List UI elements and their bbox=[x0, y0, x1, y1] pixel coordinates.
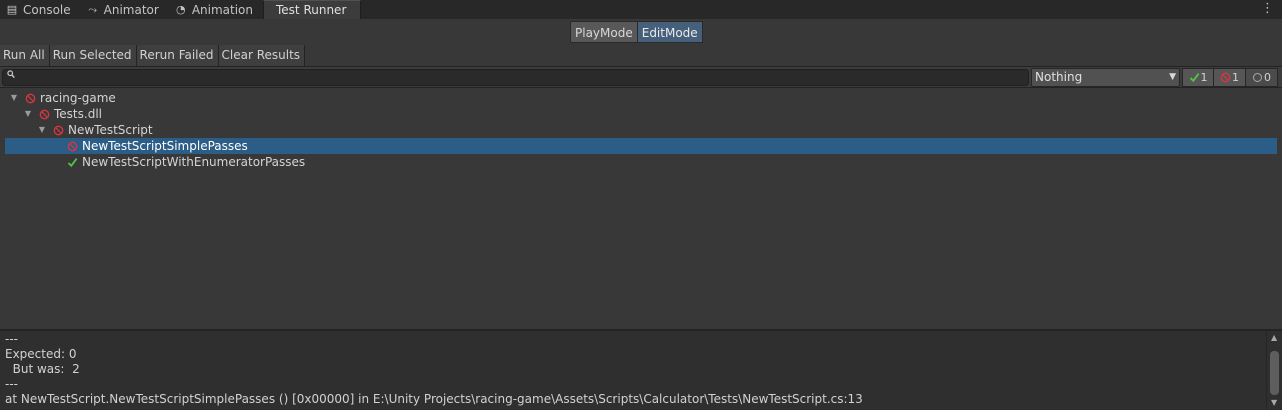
tree-row-newtestscriptsimplepasses[interactable]: NewTestScriptSimplePasses bbox=[5, 138, 1277, 154]
run-selected-button[interactable]: Run Selected bbox=[49, 45, 137, 66]
passed-filter-toggle[interactable]: 1 bbox=[1182, 68, 1214, 87]
mode-segmented-control: PlayMode EditMode bbox=[570, 21, 703, 43]
category-filter-dropdown[interactable]: Nothing ▼ bbox=[1031, 68, 1180, 87]
tab-test-runner-label: Test Runner bbox=[276, 3, 347, 17]
animator-icon: ⤳ bbox=[88, 2, 98, 16]
tab-test-runner[interactable]: Test Runner bbox=[263, 0, 362, 19]
rerun-failed-button[interactable]: Rerun Failed bbox=[136, 45, 219, 66]
scrollbar-thumb[interactable] bbox=[1270, 351, 1279, 395]
action-toolbar: Run All Run Selected Rerun Failed Clear … bbox=[0, 45, 1282, 67]
failed-icon bbox=[53, 125, 64, 136]
category-filter-value: Nothing bbox=[1035, 70, 1083, 84]
window-tab-bar: ▤ Console ⤳ Animator ◔ Animation Test Ru… bbox=[0, 0, 1282, 19]
more-options-icon[interactable]: ⋮ bbox=[1261, 1, 1274, 17]
details-line: --- bbox=[5, 377, 18, 391]
failed-icon bbox=[1220, 72, 1231, 83]
tab-animation-label: Animation bbox=[191, 2, 253, 17]
details-line: But was: 2 bbox=[5, 362, 80, 376]
search-input[interactable] bbox=[19, 70, 1024, 85]
tab-console-label: Console bbox=[23, 2, 71, 17]
result-counters: 1 1 0 bbox=[1182, 68, 1278, 87]
test-tree: ▼ racing-game ▼ Tests.dll ▼ NewTestScrip… bbox=[0, 88, 1282, 329]
editmode-button[interactable]: EditMode bbox=[637, 21, 703, 43]
fold-arrow-icon[interactable]: ▼ bbox=[8, 90, 20, 106]
tree-item-label: NewTestScript bbox=[68, 123, 153, 137]
fold-arrow-icon[interactable]: ▼ bbox=[36, 122, 48, 138]
failed-count: 1 bbox=[1232, 71, 1239, 84]
test-details-pane: --- Expected: 0 But was: 2 --- at NewTes… bbox=[0, 331, 1282, 410]
details-line: --- bbox=[5, 332, 18, 346]
failed-icon bbox=[25, 93, 36, 104]
search-field[interactable] bbox=[2, 69, 1029, 86]
scroll-down-arrow-icon[interactable]: ▼ bbox=[1271, 398, 1277, 407]
details-scrollbar[interactable]: ▲ ▼ bbox=[1266, 331, 1282, 410]
run-all-button[interactable]: Run All bbox=[0, 45, 50, 66]
checkmark-icon bbox=[1189, 73, 1199, 83]
not-run-icon bbox=[1253, 73, 1262, 82]
tree-item-label: NewTestScriptWithEnumeratorPasses bbox=[82, 155, 306, 169]
details-line: Expected: 0 bbox=[5, 347, 77, 361]
tab-animator[interactable]: ⤳ Animator bbox=[81, 0, 169, 19]
failed-filter-toggle[interactable]: 1 bbox=[1214, 68, 1246, 87]
tab-animation[interactable]: ◔ Animation bbox=[169, 0, 263, 19]
passed-count: 1 bbox=[1200, 71, 1208, 84]
failed-icon bbox=[39, 109, 50, 120]
chevron-down-icon: ▼ bbox=[1169, 72, 1176, 82]
clear-results-button[interactable]: Clear Results bbox=[218, 45, 306, 66]
tree-item-label: Tests.dll bbox=[54, 107, 102, 121]
tree-row-newtestscript[interactable]: ▼ NewTestScript bbox=[5, 122, 1277, 138]
console-icon: ▤ bbox=[6, 3, 18, 16]
tree-item-label: racing-game bbox=[40, 91, 116, 105]
animation-icon: ◔ bbox=[176, 3, 186, 16]
tree-row-tests-dll[interactable]: ▼ Tests.dll bbox=[5, 106, 1277, 122]
tab-animator-label: Animator bbox=[103, 2, 159, 17]
fold-arrow-icon[interactable]: ▼ bbox=[22, 106, 34, 122]
tree-row-newtestscriptwithenumeratorpasses[interactable]: NewTestScriptWithEnumeratorPasses bbox=[5, 154, 1277, 170]
tree-item-label: NewTestScriptSimplePasses bbox=[82, 139, 248, 153]
failed-icon bbox=[67, 141, 78, 152]
details-line: at NewTestScript.NewTestScriptSimplePass… bbox=[5, 392, 863, 406]
skipped-filter-toggle[interactable]: 0 bbox=[1246, 68, 1278, 87]
mode-toolbar: PlayMode EditMode bbox=[0, 19, 1282, 45]
filter-toolbar: Nothing ▼ 1 1 0 bbox=[0, 67, 1282, 88]
search-icon bbox=[7, 70, 15, 85]
tab-console[interactable]: ▤ Console bbox=[0, 0, 81, 19]
skipped-count: 0 bbox=[1264, 71, 1271, 84]
checkmark-icon bbox=[67, 158, 78, 168]
tree-row-racing-game[interactable]: ▼ racing-game bbox=[5, 90, 1277, 106]
playmode-button[interactable]: PlayMode bbox=[570, 21, 638, 43]
scroll-up-arrow-icon[interactable]: ▲ bbox=[1271, 333, 1277, 342]
